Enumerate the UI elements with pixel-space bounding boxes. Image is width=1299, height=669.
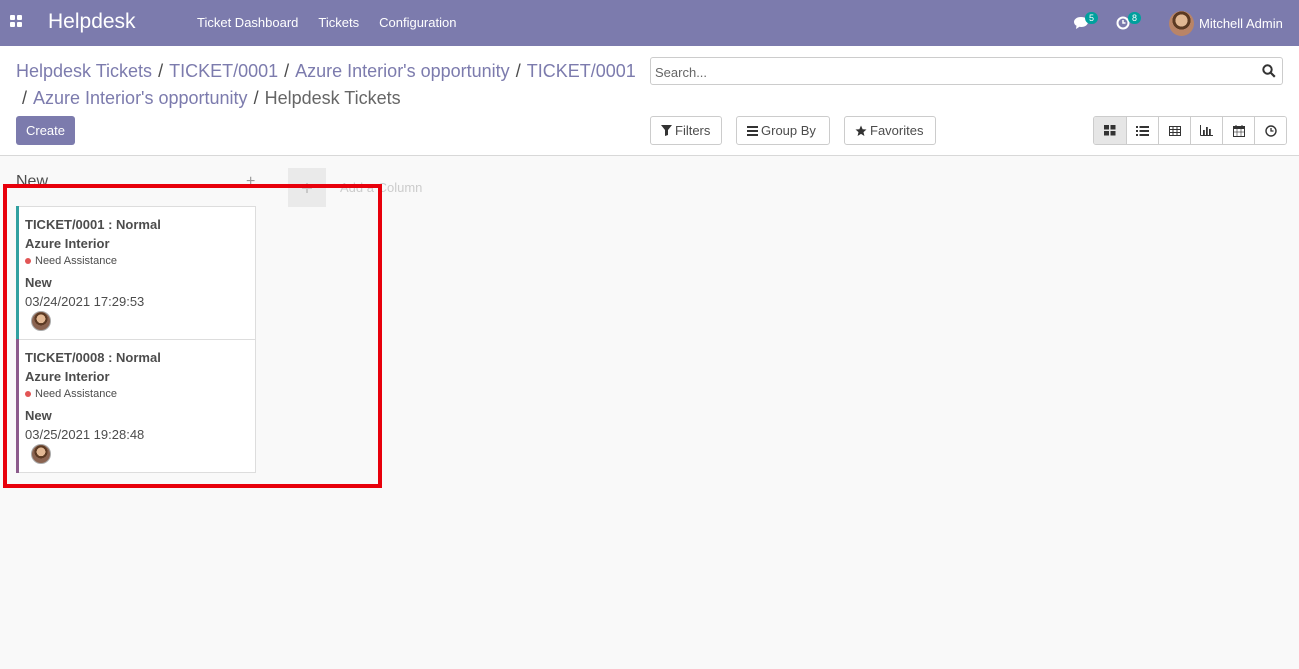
kanban-area: New + Add a Column TICKET/0001 : Normal … xyxy=(0,157,1299,669)
messages-badge: 5 xyxy=(1085,12,1099,24)
view-switcher xyxy=(1093,116,1287,145)
star-icon xyxy=(855,125,867,136)
graph-view-button[interactable] xyxy=(1190,117,1222,144)
card-partner: Azure Interior xyxy=(25,236,110,251)
kanban-card[interactable]: TICKET/0001 : Normal Azure Interior Need… xyxy=(16,206,256,340)
pivot-view-button[interactable] xyxy=(1158,117,1190,144)
user-menu[interactable]: Mitchell Admin xyxy=(1169,10,1283,36)
list-icon xyxy=(1136,125,1149,136)
breadcrumb-separator: / xyxy=(284,61,290,81)
filter-icon xyxy=(661,125,672,136)
activity-view-button[interactable] xyxy=(1254,117,1286,144)
group-by-button[interactable]: Group By xyxy=(736,116,830,145)
favorites-button[interactable]: Favorites xyxy=(844,116,936,145)
menu-item-configuration[interactable]: Configuration xyxy=(369,0,466,46)
card-tag: Need Assistance xyxy=(25,388,117,400)
app-title[interactable]: Helpdesk xyxy=(48,10,136,34)
table-icon xyxy=(1168,125,1181,136)
breadcrumb: Helpdesk Tickets / TICKET/0001/Azure Inter… xyxy=(16,58,646,112)
search-bar xyxy=(650,57,1283,85)
plus-icon xyxy=(302,182,312,193)
apps-menu-icon[interactable] xyxy=(10,15,24,29)
assignee-avatar[interactable] xyxy=(31,311,51,331)
group-by-label: Group By xyxy=(761,123,816,138)
column-title: New xyxy=(16,173,49,190)
breadcrumb-item-ticket-2[interactable]: TICKET/0001 xyxy=(527,61,636,81)
list-view-button[interactable] xyxy=(1126,117,1158,144)
breadcrumb-separator: / xyxy=(515,61,521,81)
breadcrumb-item-helpdesk-tickets[interactable]: Helpdesk Tickets xyxy=(16,61,152,81)
search-icon[interactable] xyxy=(1262,64,1276,78)
card-color-bar xyxy=(16,206,19,340)
card-stage: New xyxy=(25,408,52,423)
calendar-icon xyxy=(1232,124,1245,137)
main-menu: Ticket Dashboard Tickets Configuration xyxy=(187,0,466,46)
card-title: TICKET/0008 : Normal xyxy=(25,350,161,365)
top-navbar: Helpdesk Ticket Dashboard Tickets Config… xyxy=(0,0,1299,46)
breadcrumb-separator: / xyxy=(158,61,164,81)
user-name: Mitchell Admin xyxy=(1199,15,1283,31)
kanban-icon xyxy=(1104,125,1116,136)
menu-item-tickets[interactable]: Tickets xyxy=(308,0,369,46)
create-button[interactable]: Create xyxy=(16,116,75,145)
tag-dot-icon xyxy=(25,391,31,397)
user-avatar xyxy=(1169,10,1194,36)
activities-icon[interactable]: 8 xyxy=(1116,12,1142,33)
tag-dot-icon xyxy=(25,258,31,264)
breadcrumb-current: Helpdesk Tickets xyxy=(264,88,401,108)
kanban-card[interactable]: TICKET/0008 : Normal Azure Interior Need… xyxy=(16,339,256,473)
activities-badge: 8 xyxy=(1128,12,1142,24)
control-panel: Helpdesk Tickets / TICKET/0001/Azure Inter… xyxy=(0,46,1299,156)
filters-button[interactable]: Filters xyxy=(650,116,722,145)
card-title: TICKET/0001 : Normal xyxy=(25,217,161,232)
bar-chart-icon xyxy=(1200,125,1213,136)
bars-icon xyxy=(747,125,758,136)
kanban-column-header: New + xyxy=(16,173,256,195)
quick-create-button[interactable]: + xyxy=(246,173,255,191)
messages-icon[interactable]: 5 xyxy=(1073,12,1099,33)
clock-icon xyxy=(1264,124,1277,137)
kanban-view-button[interactable] xyxy=(1094,117,1126,144)
calendar-view-button[interactable] xyxy=(1222,117,1254,144)
filters-label: Filters xyxy=(675,123,711,138)
card-partner: Azure Interior xyxy=(25,369,110,384)
card-tag-label: Need Assistance xyxy=(35,388,117,400)
search-input[interactable] xyxy=(655,62,1245,82)
add-column-label[interactable]: Add a Column xyxy=(340,180,422,195)
card-tag: Need Assistance xyxy=(25,255,117,267)
breadcrumb-item-ticket[interactable]: TICKET/0001 xyxy=(169,61,278,81)
assignee-avatar[interactable] xyxy=(31,444,51,464)
breadcrumb-item-opportunity[interactable]: Azure Interior's opportunity xyxy=(295,61,510,81)
card-date: 03/25/2021 19:28:48 xyxy=(25,427,145,442)
card-color-bar xyxy=(16,339,19,473)
breadcrumb-item-opportunity-2[interactable]: Azure Interior's opportunity xyxy=(33,88,248,108)
breadcrumb-separator: / xyxy=(253,88,259,108)
add-column-button[interactable] xyxy=(288,168,326,207)
menu-item-ticket-dashboard[interactable]: Ticket Dashboard xyxy=(187,0,308,46)
breadcrumb-separator: / xyxy=(22,88,28,108)
card-tag-label: Need Assistance xyxy=(35,255,117,267)
card-date: 03/24/2021 17:29:53 xyxy=(25,294,145,309)
card-stage: New xyxy=(25,275,52,290)
favorites-label: Favorites xyxy=(870,123,924,138)
